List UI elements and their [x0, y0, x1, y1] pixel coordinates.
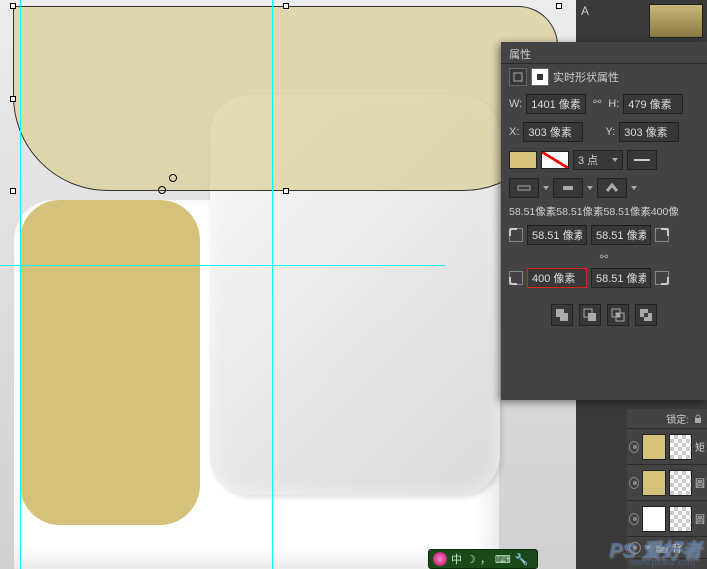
- width-input[interactable]: [526, 94, 586, 114]
- shape-mask-icon[interactable]: [509, 68, 527, 86]
- mask-thumb: [669, 506, 692, 532]
- align-stroke-dropdown[interactable]: [509, 178, 539, 198]
- transform-handle[interactable]: [10, 96, 16, 102]
- panel-subtitle: 实时形状属性: [553, 69, 619, 85]
- visibility-icon[interactable]: [629, 513, 639, 525]
- top-strip: A: [577, 0, 707, 42]
- link-wh-icon[interactable]: ⚯: [590, 97, 604, 111]
- properties-panel: 属性 实时形状属性 W: ⚯ H: X: Y: 3 点 58.51像素58.51…: [501, 42, 707, 400]
- path-exclude-button[interactable]: [635, 304, 657, 326]
- layer-thumb: [642, 434, 665, 460]
- corner-bl-input[interactable]: [527, 268, 587, 288]
- selected-shape[interactable]: [13, 6, 558, 191]
- corner-br-icon: [655, 271, 669, 285]
- height-label: H:: [608, 98, 619, 110]
- chevron-down-icon: [631, 186, 637, 190]
- transform-handle[interactable]: [10, 188, 16, 194]
- corners-summary: 58.51像素58.51像素58.51像素400像: [501, 202, 707, 221]
- y-input[interactable]: [619, 122, 679, 142]
- width-label: W:: [509, 98, 522, 110]
- keyboard-icon: ⌨: [495, 553, 511, 566]
- comma-icon: ，: [480, 551, 491, 567]
- panel-title: 属性: [501, 42, 707, 64]
- transform-handle[interactable]: [283, 188, 289, 194]
- layer-row[interactable]: 矩: [627, 429, 707, 465]
- yellow-small-rect: [20, 200, 200, 525]
- guide-vertical[interactable]: [20, 0, 21, 569]
- canvas-area[interactable]: [0, 0, 576, 569]
- layer-thumb: [642, 470, 665, 496]
- stroke-width-dropdown[interactable]: 3 点: [573, 150, 623, 170]
- corner-tl-icon: [509, 228, 523, 242]
- chevron-down-icon: [612, 158, 618, 162]
- path-subtract-button[interactable]: [579, 304, 601, 326]
- height-input[interactable]: [623, 94, 683, 114]
- lock-icon[interactable]: [693, 414, 703, 424]
- transform-handle[interactable]: [283, 3, 289, 9]
- wrench-icon[interactable]: 🔧: [515, 553, 529, 566]
- corner-tr-input[interactable]: [591, 225, 651, 245]
- join-dropdown[interactable]: [597, 178, 627, 198]
- text-tool-icon: A: [581, 4, 589, 18]
- cap-dropdown[interactable]: [553, 178, 583, 198]
- fill-swatch[interactable]: [509, 151, 537, 169]
- mask-thumb: [669, 434, 692, 460]
- corner-bl-icon: [509, 271, 523, 285]
- path-intersect-button[interactable]: [607, 304, 629, 326]
- stroke-style-dropdown[interactable]: [627, 150, 657, 170]
- corner-br-input[interactable]: [591, 268, 651, 288]
- layer-row[interactable]: 圆: [627, 465, 707, 501]
- watermark-url: www.psahz.com: [630, 557, 695, 567]
- path-unite-button[interactable]: [551, 304, 573, 326]
- corner-tr-icon: [655, 228, 669, 242]
- link-corners-icon[interactable]: ⚯: [597, 252, 611, 266]
- layer-thumb: [642, 506, 665, 532]
- guide-vertical[interactable]: [272, 0, 273, 569]
- lock-label: 锁定:: [666, 411, 689, 426]
- stroke-swatch[interactable]: [541, 151, 569, 169]
- transform-handle[interactable]: [10, 3, 16, 9]
- transform-handle[interactable]: [556, 3, 562, 9]
- guide-horizontal[interactable]: [0, 265, 445, 266]
- visibility-icon[interactable]: [629, 477, 639, 489]
- visibility-icon[interactable]: [629, 441, 639, 453]
- ime-bar[interactable]: 中 ☽ ， ⌨ 🔧: [428, 549, 538, 569]
- moon-icon: ☽: [466, 553, 476, 566]
- anchor-point[interactable]: [158, 186, 166, 194]
- y-label: Y:: [605, 126, 615, 138]
- x-label: X:: [509, 126, 519, 138]
- corner-tl-input[interactable]: [527, 225, 587, 245]
- layer-row[interactable]: 圆: [627, 501, 707, 537]
- live-shape-icon[interactable]: [531, 68, 549, 86]
- ime-logo-icon: [433, 552, 447, 566]
- mask-thumb: [669, 470, 692, 496]
- chevron-down-icon: [587, 186, 593, 190]
- swatch-preview[interactable]: [649, 4, 703, 38]
- anchor-point[interactable]: [169, 174, 177, 182]
- x-input[interactable]: [523, 122, 583, 142]
- chevron-down-icon: [543, 186, 549, 190]
